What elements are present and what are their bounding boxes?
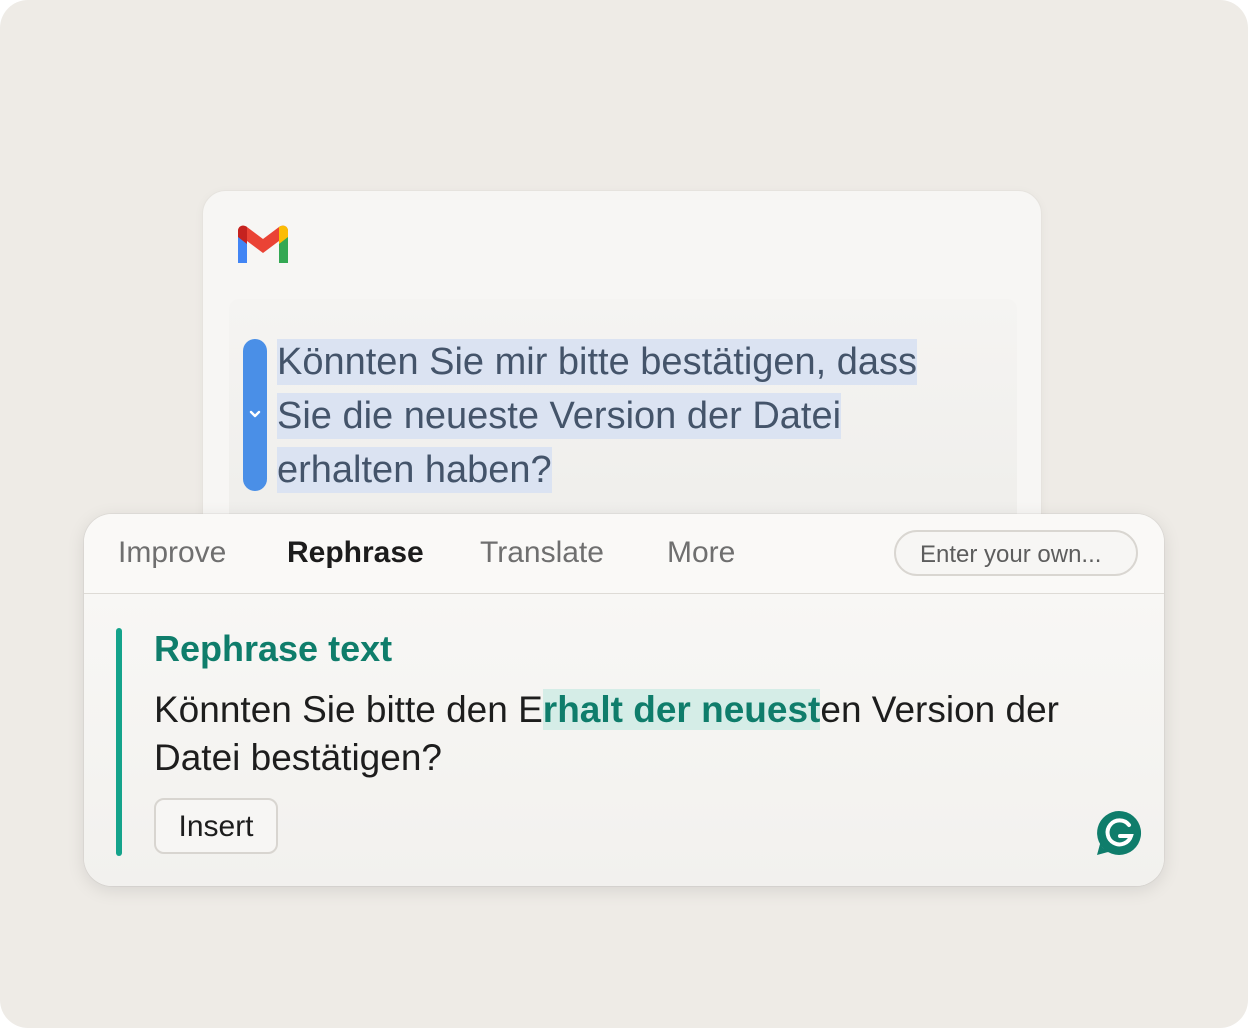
tab-rephrase[interactable]: Rephrase — [287, 536, 424, 570]
grammarly-icon — [1097, 810, 1142, 855]
result-text-before: Könnten Sie bitte den E — [154, 689, 543, 730]
gmail-icon — [238, 225, 288, 263]
selection-handle[interactable] — [243, 339, 267, 491]
canvas: Könnten Sie mir bitte bestätigen, dass S… — [0, 0, 1248, 1028]
rephrase-result: Rephrase text Könnten Sie bitte den Erha… — [84, 594, 1164, 886]
tab-translate[interactable]: Translate — [480, 536, 604, 570]
tab-more[interactable]: More — [667, 536, 735, 570]
rephrase-popup: Improve Rephrase Translate More Enter yo… — [84, 514, 1164, 886]
result-title: Rephrase text — [154, 628, 393, 669]
result-text: Könnten Sie bitte den Erhalt der neueste… — [154, 686, 1144, 782]
result-text-change: rhalt der neuest — [542, 689, 821, 730]
result-accent-bar — [116, 628, 122, 856]
chevron-down-icon — [249, 410, 261, 418]
custom-prompt-input[interactable]: Enter your own... — [894, 530, 1138, 576]
insert-button[interactable]: Insert — [154, 798, 278, 854]
selected-text[interactable]: Könnten Sie mir bitte bestätigen, dass S… — [277, 335, 977, 497]
email-compose-card: Könnten Sie mir bitte bestätigen, dass S… — [202, 190, 1042, 552]
email-body[interactable]: Könnten Sie mir bitte bestätigen, dass S… — [229, 299, 1017, 529]
popup-tabs: Improve Rephrase Translate More Enter yo… — [84, 514, 1164, 594]
selected-text-highlight: Könnten Sie mir bitte bestätigen, dass S… — [277, 339, 918, 493]
tab-improve[interactable]: Improve — [118, 536, 226, 570]
